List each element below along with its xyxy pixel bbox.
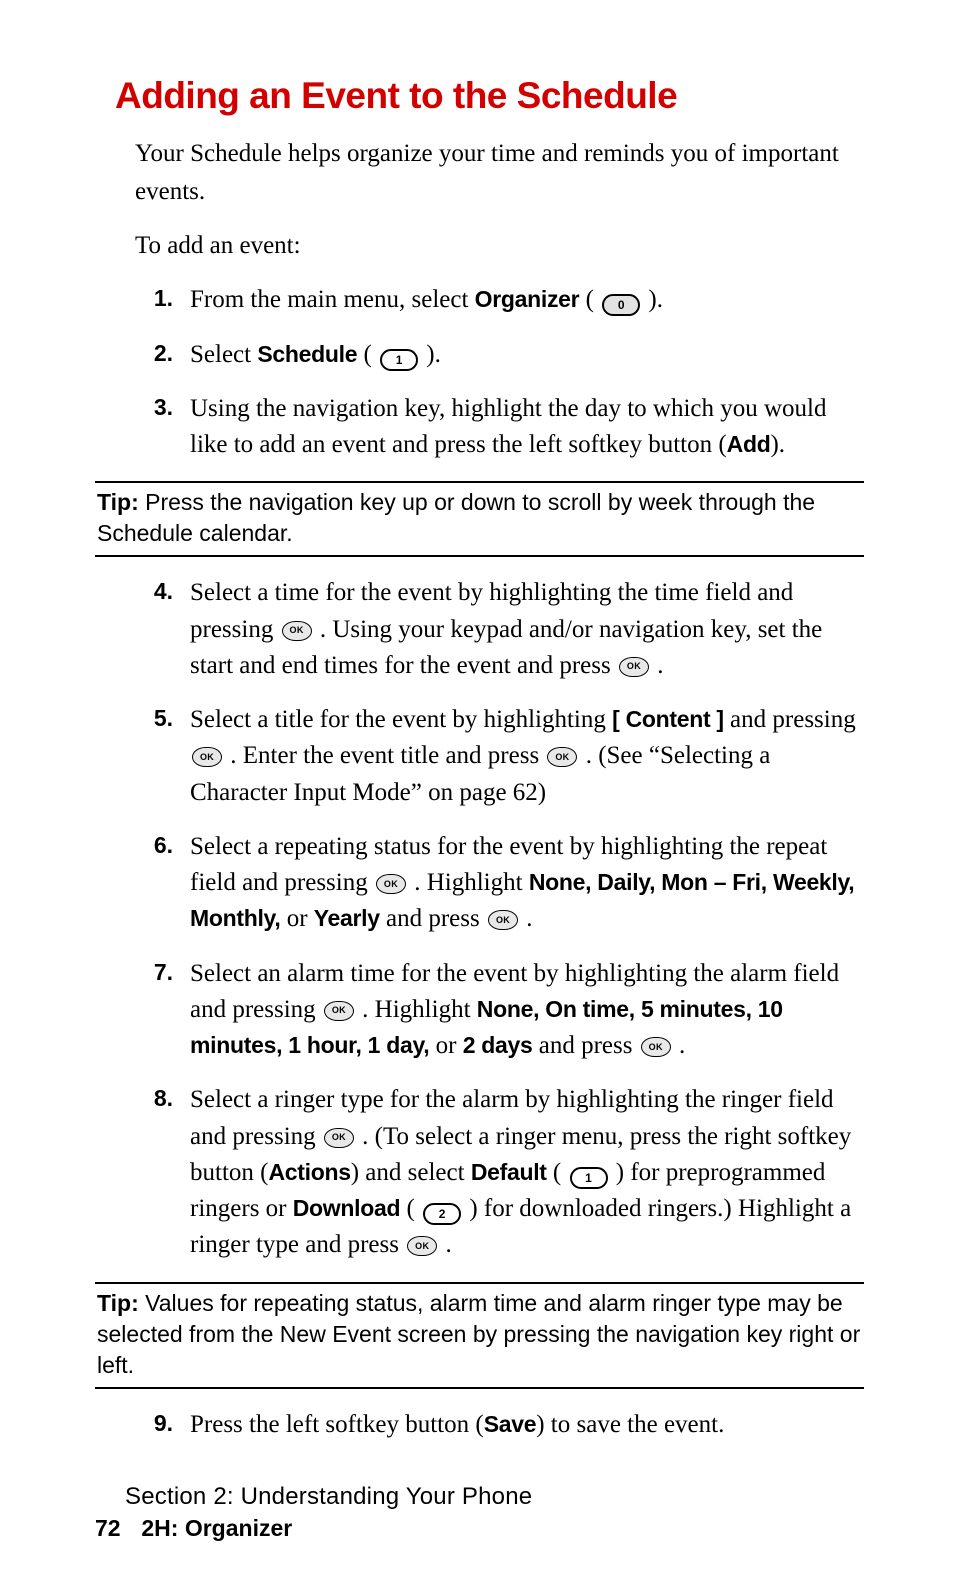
steps-list-a: 1. From the main menu, select Organizer … (135, 282, 864, 463)
step-text: . (651, 652, 664, 679)
ok-key-icon: OK (641, 1037, 671, 1057)
tip-text: Press the navigation key up or down to s… (97, 489, 815, 546)
footer-section-title: Section 2: Understanding Your Phone (125, 1483, 864, 1511)
tip-box-2: Tip: Values for repeating status, alarm … (95, 1282, 864, 1389)
step-text: . (673, 1032, 686, 1059)
step-text: ( (357, 341, 378, 368)
step-text: Select (190, 341, 257, 368)
step-number: 4. (135, 575, 173, 608)
step-5: 5. Select a title for the event by highl… (135, 702, 864, 811)
tip-label: Tip: (97, 489, 139, 515)
tip-box-1: Tip: Press the navigation key up or down… (95, 481, 864, 557)
ok-key-icon: OK (324, 1128, 354, 1148)
step-text: . Enter the event title and press (224, 742, 545, 769)
ok-key-icon: OK (282, 621, 312, 641)
step-number: 1. (135, 282, 173, 315)
step-number: 5. (135, 702, 173, 735)
key-1-icon: 1 (380, 349, 418, 371)
bold-schedule: Schedule (257, 341, 357, 367)
page-number: 72 (95, 1515, 135, 1542)
key-2-icon: 2 (423, 1203, 461, 1225)
bold-organizer: Organizer (475, 286, 580, 312)
step-text: and pressing (724, 706, 856, 733)
page-title: Adding an Event to the Schedule (115, 75, 864, 117)
intro-text: Your Schedule helps organize your time a… (135, 135, 864, 210)
tip-text: Values for repeating status, alarm time … (97, 1290, 860, 1378)
step-text: Press the left softkey button ( (190, 1411, 484, 1438)
steps-list-b: 4. Select a time for the event by highli… (135, 575, 864, 1263)
key-0-icon: 0 (602, 294, 640, 316)
step-number: 6. (135, 829, 173, 862)
bold-actions: Actions (268, 1159, 350, 1185)
step-text: ) and select (351, 1159, 471, 1186)
footer-page-chapter: 72 2H: Organizer (95, 1515, 864, 1542)
step-text: . Highlight (408, 869, 529, 896)
steps-list-c: 9. Press the left softkey button (Save) … (135, 1407, 864, 1443)
step-number: 9. (135, 1407, 173, 1440)
key-1-icon: 1 (570, 1167, 608, 1189)
step-4: 4. Select a time for the event by highli… (135, 575, 864, 684)
step-text: . Highlight (356, 996, 477, 1023)
step-text: From the main menu, select (190, 286, 475, 313)
step-text: and press (533, 1032, 639, 1059)
step-text: ( (400, 1195, 421, 1222)
step-3: 3. Using the navigation key, highlight t… (135, 391, 864, 464)
bold-yearly: Yearly (314, 905, 380, 931)
step-text: ). (420, 341, 441, 368)
step-text: ( (579, 286, 600, 313)
step-number: 7. (135, 956, 173, 989)
step-9: 9. Press the left softkey button (Save) … (135, 1407, 864, 1443)
ok-key-icon: OK (407, 1236, 437, 1256)
step-text: or (280, 905, 313, 932)
bold-download: Download (293, 1195, 400, 1221)
step-text: . (520, 905, 533, 932)
step-text: ) to save the event. (536, 1411, 724, 1438)
tip-label: Tip: (97, 1290, 139, 1316)
step-2: 2. Select Schedule ( 1 ). (135, 337, 864, 373)
bold-default: Default (471, 1159, 547, 1185)
lead-text: To add an event: (135, 228, 864, 264)
ok-key-icon: OK (547, 747, 577, 767)
bold-add: Add (727, 431, 771, 457)
ok-key-icon: OK (192, 747, 222, 767)
step-number: 2. (135, 337, 173, 370)
step-1: 1. From the main menu, select Organizer … (135, 282, 864, 318)
step-text: . (439, 1231, 452, 1258)
step-7: 7. Select an alarm time for the event by… (135, 956, 864, 1065)
step-text: Select a title for the event by highligh… (190, 706, 612, 733)
step-text: ( (547, 1159, 568, 1186)
ok-key-icon: OK (324, 1001, 354, 1021)
step-text: or (429, 1032, 462, 1059)
step-number: 8. (135, 1082, 173, 1115)
bold-2days: 2 days (463, 1032, 533, 1058)
bold-content: [ Content ] (612, 706, 724, 732)
step-text: and press (380, 905, 486, 932)
chapter-label: 2H: Organizer (141, 1515, 292, 1541)
manual-page: Adding an Event to the Schedule Your Sch… (0, 0, 954, 1590)
ok-key-icon: OK (619, 657, 649, 677)
ok-key-icon: OK (376, 874, 406, 894)
ok-key-icon: OK (488, 910, 518, 930)
step-text: ). (642, 286, 663, 313)
page-footer: Section 2: Understanding Your Phone 72 2… (95, 1483, 864, 1542)
bold-save: Save (484, 1411, 537, 1437)
step-8: 8. Select a ringer type for the alarm by… (135, 1082, 864, 1263)
step-6: 6. Select a repeating status for the eve… (135, 829, 864, 938)
step-text: ). (770, 431, 785, 458)
step-number: 3. (135, 391, 173, 424)
